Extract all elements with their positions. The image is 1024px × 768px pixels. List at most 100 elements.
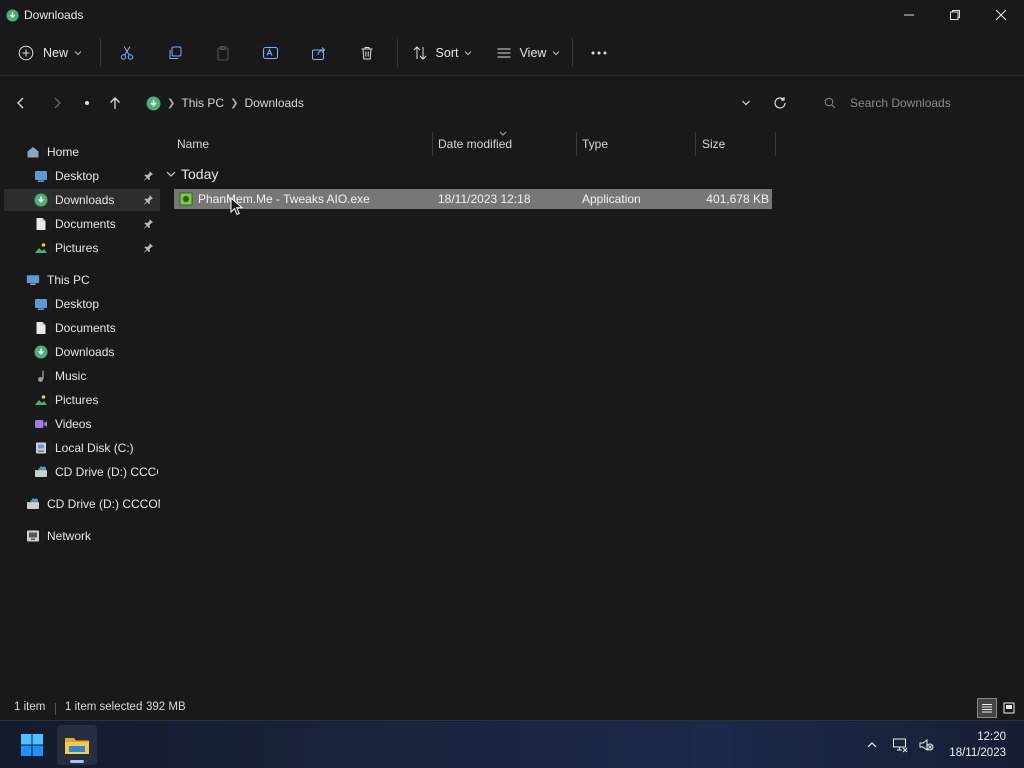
home-icon [26,145,40,159]
column-header-name[interactable]: Name [177,128,432,160]
more-options-button[interactable] [581,36,617,70]
arrow-right-icon [54,97,61,109]
back-button[interactable] [8,90,34,116]
file-explorer-taskbar-button[interactable] [57,725,97,765]
clock-time: 12:20 [977,731,1006,743]
column-label: Date modified [438,137,513,151]
breadcrumb[interactable]: ❯ This PC ❯ Downloads [140,90,800,116]
forward-button[interactable] [44,90,70,116]
search-box[interactable]: Search Downloads [812,90,1012,116]
copy-button[interactable] [157,36,193,70]
up-button[interactable] [102,90,128,116]
system-clock[interactable]: 12:20 18/11/2023 [949,729,1006,761]
videos-icon [34,417,48,431]
sort-icon [413,45,426,60]
column-label: Size [702,137,726,151]
minimize-button[interactable] [886,0,932,30]
show-hidden-icons-button[interactable] [862,735,882,755]
sidebar-item-downloads-pinned[interactable]: Downloads [4,189,160,211]
view-button[interactable]: View [492,36,564,70]
status-bar: 1 item 1 item selected 392 MB [0,698,1024,720]
recent-locations-button[interactable] [74,90,100,116]
cd-drive-icon [34,465,48,479]
details-view-icon [982,704,992,713]
sidebar-item-pictures-pinned[interactable]: Pictures [4,237,160,259]
column-divider[interactable] [576,132,577,156]
restore-button[interactable] [932,0,978,30]
sidebar-item-local-disk[interactable]: Local Disk (C:) [34,437,158,459]
chevron-down-icon [465,50,472,55]
refresh-button[interactable] [767,90,793,116]
new-button[interactable]: New [18,36,90,70]
breadcrumb-downloads[interactable]: Downloads [244,96,303,110]
sidebar-item-documents-pinned[interactable]: Documents [4,213,160,235]
column-divider[interactable] [432,132,433,156]
sort-button[interactable]: Sort [406,36,478,70]
column-divider[interactable] [775,132,776,156]
share-icon [312,46,326,60]
sidebar-item-label: Pictures [55,241,99,255]
column-header-date[interactable]: Date modified [438,128,576,160]
windows-logo-icon [21,734,43,756]
sidebar-item-downloads[interactable]: Downloads [34,341,158,363]
plus-circle-icon [18,45,34,60]
title-bar: Downloads [0,0,1024,30]
sidebar-item-this-pc[interactable]: This PC [26,269,156,291]
sidebar-item-label: Documents [55,321,116,335]
rename-icon [263,46,278,59]
sidebar-item-desktop[interactable]: Desktop [34,293,158,315]
computer-icon [26,273,40,287]
divider [572,38,573,67]
start-button[interactable] [12,725,52,765]
window-title: Downloads [24,8,84,22]
column-header-size[interactable]: Size [702,128,774,160]
file-size-cell: 401,678 KB [701,189,769,209]
download-icon [34,193,48,207]
sidebar-item-network[interactable]: Network [26,525,156,547]
column-header-type[interactable]: Type [582,128,694,160]
sidebar-item-label: CD Drive (D:) CCCOi [55,465,158,479]
sidebar-item-pictures[interactable]: Pictures [34,389,158,411]
breadcrumb-this-pc[interactable]: This PC [181,96,224,110]
search-input[interactable]: Search Downloads [850,96,951,110]
cut-button[interactable] [109,36,145,70]
sidebar-item-cd-drive[interactable]: CD Drive (D:) CCCOi [34,461,158,483]
address-row: ❯ This PC ❯ Downloads Search Downloads [0,86,1024,120]
tiles-view-icon [1003,702,1015,714]
sidebar-item-label: CD Drive (D:) CCCOM [47,497,160,511]
speaker-muted-icon [919,739,934,751]
sidebar-item-documents[interactable]: Documents [34,317,158,339]
network-status-button[interactable] [890,735,910,755]
selection-size: 392 MB [146,701,186,713]
delete-button[interactable] [349,36,385,70]
sidebar-item-desktop-pinned[interactable]: Desktop [4,165,160,187]
rename-button[interactable] [253,36,289,70]
taskbar: 12:20 18/11/2023 [0,720,1024,768]
arrow-left-icon [17,97,24,109]
table-row[interactable]: PhanMem.Me - Tweaks AIO.exe 18/11/2023 1… [174,189,772,209]
sidebar-item-home[interactable]: Home [26,141,156,163]
command-bar: New Sort View [0,30,1024,76]
paste-button[interactable] [205,36,241,70]
close-button[interactable] [978,0,1024,30]
status-divider [55,703,56,715]
column-label: Type [582,137,609,151]
sidebar-item-videos[interactable]: Videos [34,413,158,435]
sidebar-item-label: Downloads [55,345,115,359]
divider [397,38,398,67]
address-history-button[interactable] [733,90,759,116]
details-view-button[interactable] [977,698,997,718]
volume-button[interactable] [916,735,936,755]
column-divider[interactable] [695,132,696,156]
tiles-view-button[interactable] [999,698,1019,718]
file-name-cell[interactable]: PhanMem.Me - Tweaks AIO.exe [178,189,434,209]
share-button[interactable] [301,36,337,70]
active-indicator [70,760,84,763]
sidebar-item-label: Downloads [55,193,115,207]
sidebar-item-cd-drive-root[interactable]: CD Drive (D:) CCCOM [26,493,160,515]
sidebar-item-music[interactable]: Music [34,365,158,387]
sort-label: Sort [435,45,459,60]
application-icon [179,192,193,206]
pictures-icon [34,393,48,407]
group-header-today[interactable]: Today [165,164,218,184]
